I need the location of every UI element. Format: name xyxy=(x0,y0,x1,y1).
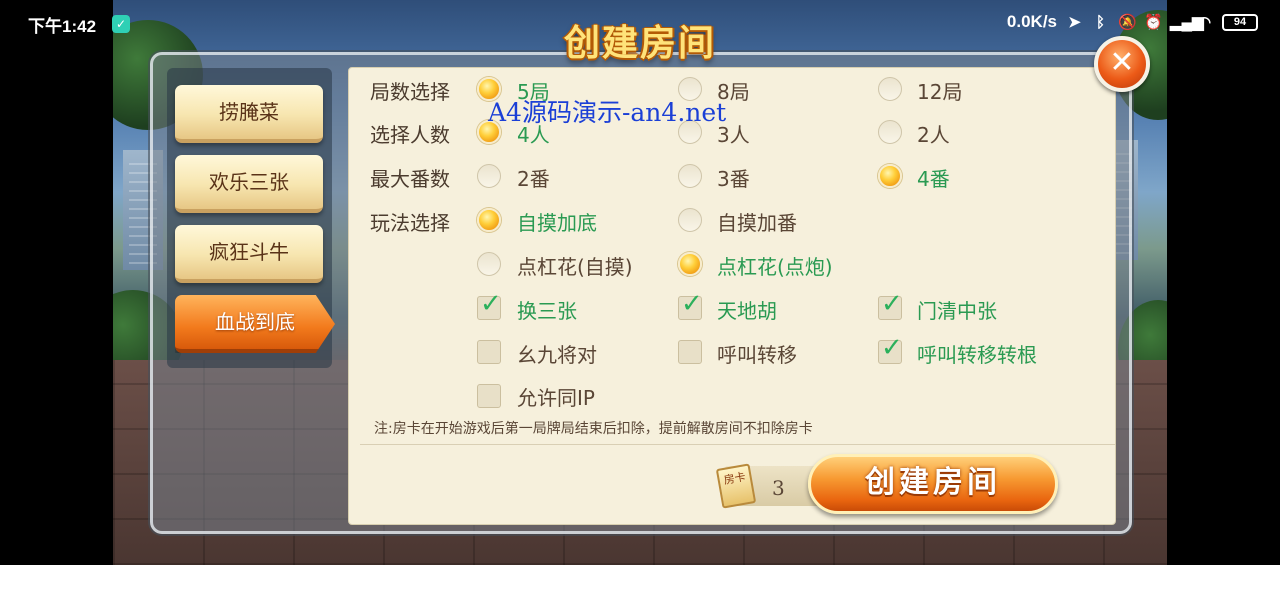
wifi-icon: ◠ xyxy=(1197,13,1212,31)
diangang-zimo-radio[interactable] xyxy=(477,252,501,276)
players-label: 选择人数 xyxy=(370,123,450,147)
location-icon: ➤ xyxy=(1068,13,1081,31)
allow-same-ip-checkbox[interactable] xyxy=(477,384,501,408)
tab-huanle-sanzhang[interactable]: 欢乐三张 xyxy=(175,155,323,213)
signal-icon: ▂▄▆ xyxy=(1170,13,1204,31)
status-right-group: 0.0K/s ➤ ᛒ 🔕 ⏰ ▂▄▆ ◠ 94 xyxy=(1007,12,1258,32)
tab-xuezhan-daodi[interactable]: 血战到底 xyxy=(175,295,335,353)
menqing-zhongzhang-checkbox[interactable]: ✓ xyxy=(878,289,903,320)
allow-same-ip-label[interactable]: 允许同IP xyxy=(517,382,595,411)
zimo-jiadi-radio[interactable] xyxy=(477,208,501,232)
tab-fengkuang-douniu[interactable]: 疯狂斗牛 xyxy=(175,225,323,283)
diangang-dianpao-label[interactable]: 点杠花(点炮) xyxy=(717,251,833,280)
bottom-margin xyxy=(0,565,1280,590)
zimo-jiafan-radio[interactable] xyxy=(678,208,702,232)
fan-2-label[interactable]: 2番 xyxy=(517,163,550,192)
checkmark-icon: ✓ xyxy=(881,333,903,363)
room-card-icon: 房卡 xyxy=(715,463,757,509)
players-2-label[interactable]: 2人 xyxy=(917,119,950,148)
network-speed: 0.0K/s xyxy=(1006,12,1057,31)
players-2-radio[interactable] xyxy=(878,120,902,144)
create-room-button[interactable]: 创建房间 xyxy=(808,454,1058,514)
checkmark-icon: ✓ xyxy=(681,289,703,319)
huan-sanzhang-checkbox[interactable]: ✓ xyxy=(477,289,502,320)
yaojiu-jiangdui-label[interactable]: 幺九将对 xyxy=(517,339,597,368)
diangang-dianpao-radio[interactable] xyxy=(678,252,702,276)
tiandi-hu-label[interactable]: 天地胡 xyxy=(717,295,777,324)
huan-sanzhang-label[interactable]: 换三张 xyxy=(517,295,577,324)
watermark-text: A4源码演示-an4.net xyxy=(488,98,727,127)
mute-icon: 🔕 xyxy=(1118,13,1137,31)
rounds-label: 局数选择 xyxy=(370,80,450,104)
rounds-12-radio[interactable] xyxy=(878,77,902,101)
alarm-icon: ⏰ xyxy=(1144,13,1163,31)
room-card-note: 注:房卡在开始游戏后第一局牌局结束后扣除，提前解散房间不扣除房卡 xyxy=(374,421,813,437)
zimo-jiadi-label[interactable]: 自摸加底 xyxy=(517,207,597,236)
hujiao-zhuanyi-zhuangen-label[interactable]: 呼叫转移转根 xyxy=(917,339,1037,368)
rounds-12-label[interactable]: 12局 xyxy=(917,76,962,105)
play-mode-label: 玩法选择 xyxy=(370,211,450,235)
tiandi-hu-checkbox[interactable]: ✓ xyxy=(678,289,703,320)
status-time: 下午1:42 xyxy=(28,17,97,36)
fan-3-radio[interactable] xyxy=(678,164,702,188)
tab-laoyancai[interactable]: 捞腌菜 xyxy=(175,85,323,143)
divider xyxy=(360,444,1115,445)
zimo-jiafan-label[interactable]: 自摸加番 xyxy=(717,207,797,236)
hujiao-zhuanyi-zhuangen-checkbox[interactable]: ✓ xyxy=(878,333,903,364)
hujiao-zhuanyi-checkbox[interactable] xyxy=(678,340,702,364)
dialog-title: 创建房间 xyxy=(563,23,716,64)
battery-icon: 94 xyxy=(1222,13,1258,31)
fan-4-radio[interactable] xyxy=(878,164,902,188)
fan-4-label[interactable]: 4番 xyxy=(917,163,950,192)
close-button[interactable]: ✕ xyxy=(1094,36,1150,92)
bluetooth-icon: ᛒ xyxy=(1095,13,1105,31)
checkmark-icon: ✓ xyxy=(480,289,502,319)
yaojiu-jiangdui-checkbox[interactable] xyxy=(477,340,501,364)
diangang-zimo-label[interactable]: 点杠花(自摸) xyxy=(517,251,633,280)
fan-2-radio[interactable] xyxy=(477,164,501,188)
checkmark-icon: ✓ xyxy=(881,289,903,319)
room-card-count: 3 xyxy=(772,476,785,500)
hujiao-zhuanyi-label[interactable]: 呼叫转移 xyxy=(717,339,797,368)
menqing-zhongzhang-label[interactable]: 门清中张 xyxy=(917,295,997,324)
max-fan-label: 最大番数 xyxy=(370,167,450,191)
fan-3-label[interactable]: 3番 xyxy=(717,163,750,192)
app-notification-icon: ✓ xyxy=(112,15,130,33)
